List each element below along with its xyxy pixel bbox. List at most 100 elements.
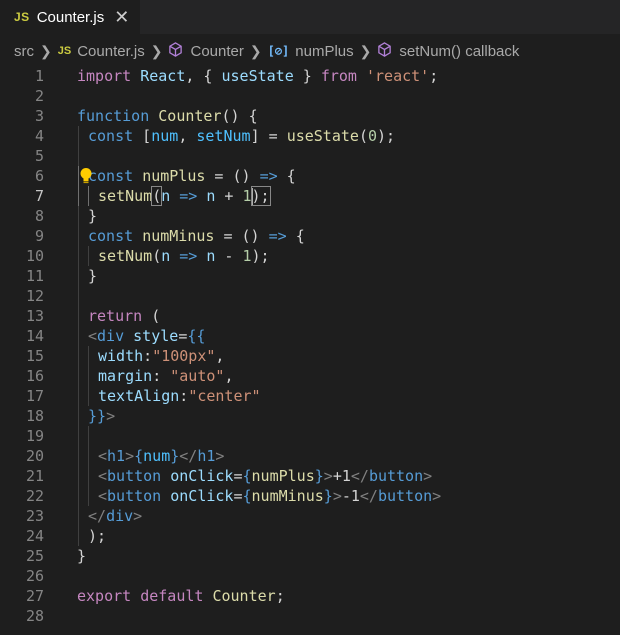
token-string: "center" — [188, 387, 261, 405]
token-string: "auto" — [170, 367, 225, 385]
token-tag-bracket: < — [88, 327, 98, 345]
token-number: 0 — [367, 127, 377, 145]
line-number: 20 — [25, 447, 44, 465]
token-arrow: => — [179, 187, 198, 205]
breadcrumb-folder[interactable]: src — [14, 43, 34, 60]
code-line: 18}}> — [0, 406, 620, 426]
token-punct: } — [88, 207, 98, 225]
line-number: 18 — [25, 407, 44, 425]
token-attribute: onClick — [170, 467, 234, 485]
token-identifier: num — [143, 447, 171, 465]
indent-guide — [78, 486, 79, 506]
line-number: 22 — [25, 487, 44, 505]
token-identifier: useState — [221, 67, 294, 85]
code-line: 19 — [0, 426, 620, 446]
line-number: 11 — [25, 267, 44, 285]
close-icon[interactable]: ✕ — [114, 8, 129, 26]
token-tag-bracket: < — [98, 487, 108, 505]
token-tag-bracket: < — [98, 447, 108, 465]
token-tag-bracket: </ — [350, 467, 369, 485]
token-property: margin — [98, 367, 153, 385]
token-function: numPlus — [142, 167, 206, 185]
token-punct: ( — [152, 247, 162, 265]
breadcrumb-callback[interactable]: setNum() callback — [399, 43, 519, 60]
code-line: 27 export default Counter; — [0, 586, 620, 606]
line-number: 25 — [25, 547, 44, 565]
indent-guide — [78, 386, 79, 406]
token-punct: = — [233, 467, 243, 485]
token-punct: ); — [88, 527, 107, 545]
code-line: 17 textAlign:"center" — [0, 386, 620, 406]
indent-guide — [78, 126, 79, 146]
token-tag-bracket: > — [432, 487, 442, 505]
token-identifier: setNum — [196, 127, 251, 145]
token-tag-bracket: > — [106, 407, 116, 425]
token-string: 'react' — [366, 67, 430, 85]
token-text: -1 — [341, 487, 360, 505]
token-tag-bracket: </ — [359, 487, 378, 505]
code-line: 1 import React, { useState } from 'react'… — [0, 66, 620, 86]
token-punct: , — [215, 347, 225, 365]
code-line: 28 — [0, 606, 620, 626]
indent-guide — [78, 526, 79, 546]
token-tag: h1 — [107, 447, 126, 465]
indent-guide — [78, 206, 79, 226]
indent-guide — [88, 366, 89, 386]
token-attribute: style — [133, 327, 179, 345]
token-punct: { — [286, 227, 305, 245]
token-text: +1 — [332, 467, 351, 485]
token-keyword: import — [77, 67, 132, 85]
token-keyword: const — [88, 167, 134, 185]
indent-guide — [78, 326, 79, 346]
line-number: 2 — [34, 87, 44, 105]
token-keyword: export — [77, 587, 132, 605]
token-punct: ( — [151, 186, 163, 206]
code-line: 26 — [0, 566, 620, 586]
token-tag: div — [97, 327, 125, 345]
indent-guide — [78, 506, 79, 526]
code-line: 12 — [0, 286, 620, 306]
token-punct: } — [293, 67, 321, 85]
token-punct: = — [233, 487, 243, 505]
token-tag: button — [107, 467, 162, 485]
token-punct: ); — [250, 186, 271, 206]
breadcrumb-variable[interactable]: numPlus — [295, 43, 353, 60]
token-tag: div — [106, 507, 134, 525]
indent-guide — [78, 146, 79, 166]
tab-counter-js[interactable]: JS Counter.js ✕ — [0, 0, 140, 34]
token-identifier: React — [140, 67, 186, 85]
line-number: 28 — [25, 607, 44, 625]
indent-guide — [78, 366, 79, 386]
code-line: 5 — [0, 146, 620, 166]
code-editor[interactable]: 1 import React, { useState } from 'react'… — [0, 66, 620, 626]
line-number: 3 — [34, 107, 44, 125]
indent-guide — [78, 306, 79, 326]
line-number: 19 — [25, 427, 44, 445]
line-number: 17 — [25, 387, 44, 405]
indent-guide — [78, 406, 79, 426]
breadcrumb-file[interactable]: Counter.js — [77, 43, 145, 60]
breadcrumb: src ❯ JS Counter.js ❯ Counter ❯ [⊘] numP… — [0, 34, 620, 68]
symbol-variable-icon: [⊘] — [267, 44, 290, 58]
token-punct: } — [88, 267, 98, 285]
token-punct: = () — [214, 227, 269, 245]
breadcrumb-component[interactable]: Counter — [190, 43, 243, 60]
code-line: 21 <button onClick={numPlus}>+1</button> — [0, 466, 620, 486]
token-function: useState — [286, 127, 359, 145]
javascript-file-icon: JS — [14, 10, 30, 24]
code-line: 7 setNum(n => n + 1); — [0, 186, 620, 206]
code-line: 4 const [num, setNum] = useState(0); — [0, 126, 620, 146]
indent-guide — [78, 466, 79, 486]
code-line: 13 return ( — [0, 306, 620, 326]
token-identifier: n — [161, 247, 171, 265]
token-punct: ; — [429, 67, 439, 85]
code-line: 2 — [0, 86, 620, 106]
indent-guide — [88, 426, 89, 446]
indent-guide — [88, 386, 89, 406]
token-keyword: default — [140, 587, 204, 605]
token-tag-bracket: > — [423, 467, 433, 485]
